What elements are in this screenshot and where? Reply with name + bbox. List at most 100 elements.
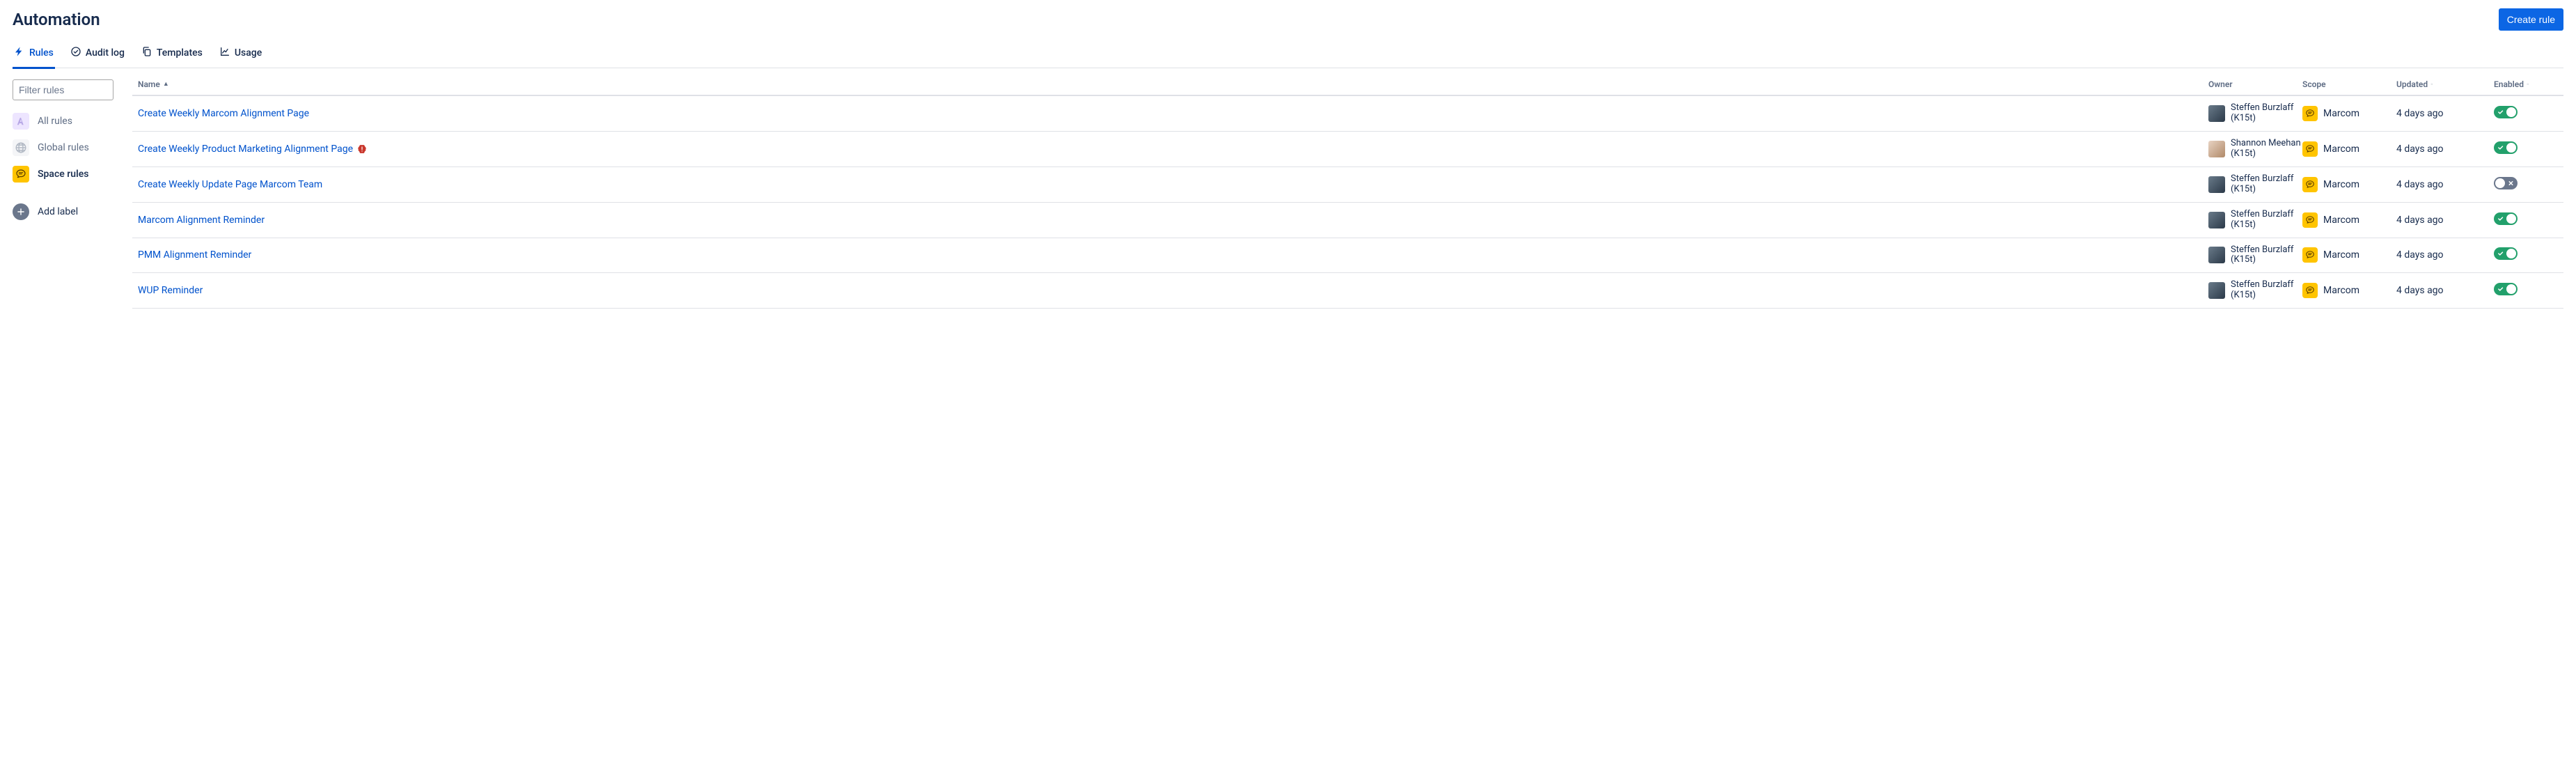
cell-enabled	[2494, 106, 2563, 121]
cell-name: Create Weekly Update Page Marcom Team	[138, 179, 2208, 190]
tab-label: Rules	[29, 47, 54, 59]
enabled-toggle[interactable]	[2494, 247, 2518, 260]
owner-name: Steffen Burzlaff	[2231, 245, 2293, 256]
avatar	[2208, 212, 2225, 228]
cell-enabled	[2494, 247, 2563, 263]
space-icon	[2302, 106, 2318, 121]
toggle-knob	[2506, 143, 2516, 153]
table-row: WUP ReminderSteffen Burzlaff(K15t)Marcom…	[132, 273, 2563, 309]
sidebar-item-global-rules[interactable]: Global rules	[13, 139, 124, 156]
cell-owner: Steffen Burzlaff(K15t)	[2208, 174, 2302, 195]
table-row: Create Weekly Marcom Alignment Page Steff…	[132, 96, 2563, 132]
alert-icon	[357, 144, 367, 154]
column-header-scope[interactable]: Scope	[2302, 79, 2396, 89]
enabled-toggle[interactable]	[2494, 141, 2518, 154]
cell-updated: 4 days ago	[2396, 144, 2494, 155]
cell-scope: Marcom	[2302, 106, 2396, 121]
cell-updated: 4 days ago	[2396, 179, 2494, 190]
rule-name-link[interactable]: Create Weekly Update Page Marcom Team	[138, 179, 322, 190]
tab-usage[interactable]: Usage	[218, 46, 263, 69]
avatar	[2208, 282, 2225, 299]
column-header-enabled[interactable]: Enabled ◦	[2494, 79, 2563, 89]
column-header-name[interactable]: Name ▲	[138, 79, 2208, 89]
sort-asc-icon: ▲	[163, 82, 169, 88]
owner-sub: (K15t)	[2231, 220, 2293, 231]
sidebar-item-space-rules[interactable]: Space rules	[13, 166, 124, 183]
sidebar-item-label: Global rules	[38, 142, 89, 153]
check-icon	[2497, 109, 2504, 115]
page-title: Automation	[13, 10, 100, 30]
scope-label: Marcom	[2323, 144, 2359, 155]
tab-audit-log[interactable]: Audit log	[69, 46, 126, 69]
column-label: Updated	[2396, 79, 2428, 89]
owner-sub: (K15t)	[2231, 114, 2293, 124]
cell-updated: 4 days ago	[2396, 108, 2494, 119]
space-icon	[2302, 141, 2318, 157]
cell-name: Marcom Alignment Reminder	[138, 215, 2208, 226]
cell-updated: 4 days ago	[2396, 215, 2494, 226]
owner-text: Steffen Burzlaff(K15t)	[2231, 174, 2293, 195]
enabled-toggle[interactable]	[2494, 177, 2518, 189]
tab-label: Audit log	[86, 47, 125, 59]
rule-name-link[interactable]: Marcom Alignment Reminder	[138, 215, 265, 226]
rule-name-link[interactable]: PMM Alignment Reminder	[138, 249, 251, 261]
rule-name-link[interactable]: Create Weekly Marcom Alignment Page	[138, 108, 309, 119]
table-row: Marcom Alignment Reminder Steffen Burzlaf…	[132, 203, 2563, 238]
check-icon	[2497, 251, 2504, 257]
cell-scope: Marcom	[2302, 247, 2396, 263]
check-icon	[2497, 215, 2504, 222]
tab-label: Usage	[235, 47, 262, 59]
cell-owner: Steffen Burzlaff(K15t)	[2208, 210, 2302, 231]
table-row: PMM Alignment Reminder Steffen Burzlaff(K…	[132, 238, 2563, 274]
cell-name: WUP Reminder	[138, 285, 2208, 296]
space-icon	[2302, 177, 2318, 192]
avatar	[2208, 105, 2225, 122]
owner-text: Steffen Burzlaff(K15t)	[2231, 103, 2293, 124]
scope-label: Marcom	[2323, 108, 2359, 119]
tab-rules[interactable]: Rules	[13, 46, 55, 69]
cell-enabled	[2494, 212, 2563, 228]
enabled-toggle[interactable]	[2494, 106, 2518, 118]
cell-owner: Steffen Burzlaff(K15t)	[2208, 245, 2302, 266]
enabled-toggle[interactable]	[2494, 212, 2518, 225]
tab-templates[interactable]: Templates	[140, 46, 204, 69]
tab-label: Templates	[157, 47, 203, 59]
cell-name: Create Weekly Product Marketing Alignmen…	[138, 144, 2208, 155]
create-rule-button[interactable]: Create rule	[2499, 8, 2563, 31]
cell-scope: Marcom	[2302, 141, 2396, 157]
sidebar-item-add-label[interactable]: Add label	[13, 203, 124, 220]
rule-name-link[interactable]: Create Weekly Product Marketing Alignmen…	[138, 144, 353, 155]
cell-updated: 4 days ago	[2396, 285, 2494, 296]
owner-name: Steffen Burzlaff	[2231, 210, 2293, 220]
column-header-owner[interactable]: Owner	[2208, 79, 2302, 89]
toggle-knob	[2506, 249, 2516, 258]
toggle-knob	[2506, 214, 2516, 224]
rule-name-link[interactable]: WUP Reminder	[138, 285, 203, 296]
sidebar-item-label: Space rules	[38, 169, 88, 180]
cell-enabled	[2494, 141, 2563, 157]
toggle-knob	[2506, 107, 2516, 117]
cell-enabled	[2494, 177, 2563, 192]
all-rules-icon	[13, 113, 29, 130]
filter-rules-input[interactable]	[13, 79, 113, 100]
cell-updated: 4 days ago	[2396, 249, 2494, 261]
plus-icon	[13, 203, 29, 220]
cell-owner: Steffen Burzlaff(K15t)	[2208, 280, 2302, 301]
check-icon	[2497, 144, 2504, 150]
owner-text: Shannon Meehan(K15t)	[2231, 139, 2301, 160]
owner-sub: (K15t)	[2231, 185, 2293, 195]
table-header: Name ▲ Owner Scope Updated ◦ Enabled ◦	[132, 79, 2563, 96]
enabled-toggle[interactable]	[2494, 283, 2518, 295]
owner-name: Steffen Burzlaff	[2231, 103, 2293, 114]
sort-indicator-icon: ◦	[2430, 81, 2433, 88]
avatar	[2208, 176, 2225, 193]
column-label: Owner	[2208, 79, 2233, 89]
column-header-updated[interactable]: Updated ◦	[2396, 79, 2494, 89]
owner-name: Shannon Meehan	[2231, 139, 2301, 149]
globe-icon	[13, 139, 29, 156]
x-icon	[2508, 180, 2514, 186]
toggle-knob	[2495, 178, 2505, 188]
owner-name: Steffen Burzlaff	[2231, 280, 2293, 290]
sidebar-item-all-rules[interactable]: All rules	[13, 113, 124, 130]
sidebar: All rules Global rules Space rules Add l…	[13, 79, 132, 220]
